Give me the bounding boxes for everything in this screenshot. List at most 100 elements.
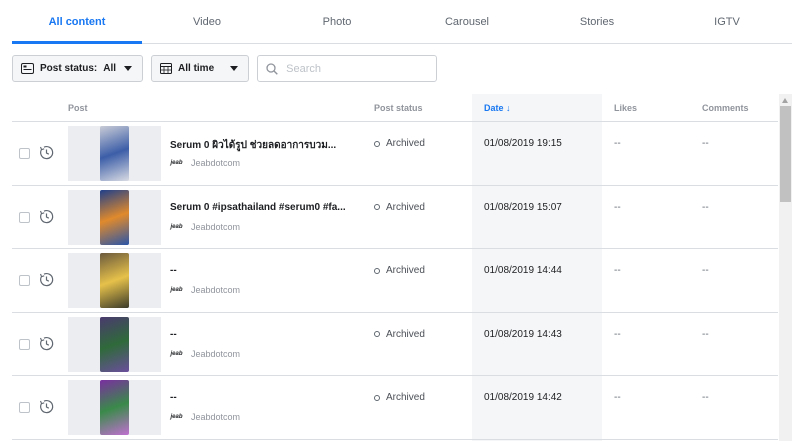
- archived-clock-icon: [39, 146, 54, 160]
- account-name: Jeabdotcom: [191, 348, 241, 359]
- search-input[interactable]: [286, 62, 427, 75]
- post-title[interactable]: --: [170, 329, 177, 340]
- column-header-date[interactable]: Date ↓: [484, 94, 511, 122]
- post-account: jeab Jeabdotcom: [170, 412, 240, 422]
- post-comments: --: [702, 265, 709, 276]
- post-status-label: Post status:: [40, 63, 98, 74]
- tab-video[interactable]: Video: [142, 0, 272, 43]
- table-body: Serum 0 ผิวได้รูป ช่วยลดอาการบวม... jeab…: [12, 122, 778, 440]
- account-logo: jeab: [170, 160, 183, 166]
- post-thumbnail-frame[interactable]: [68, 126, 161, 181]
- table-scrollbar[interactable]: [779, 94, 792, 441]
- chevron-down-icon: [230, 66, 239, 71]
- post-status: Archived: [374, 138, 425, 149]
- post-status-dropdown[interactable]: Post status: All: [12, 55, 144, 82]
- post-likes: --: [614, 201, 621, 213]
- status-dot-icon: [374, 331, 380, 337]
- post-account: jeab Jeabdotcom: [170, 285, 240, 295]
- post-likes: --: [614, 392, 621, 403]
- post-date: 01/08/2019 19:15: [484, 138, 562, 149]
- account-name: Jeabdotcom: [191, 412, 241, 422]
- scroll-thumb[interactable]: [780, 106, 791, 202]
- table-row[interactable]: -- jeab Jeabdotcom Archived 01/08/2019 1…: [12, 376, 778, 440]
- status-text: Archived: [386, 138, 425, 149]
- account-logo: jeab: [170, 350, 183, 357]
- post-comments: --: [702, 392, 709, 403]
- archived-clock-icon: [39, 273, 54, 287]
- status-text: Archived: [386, 392, 425, 403]
- table-row[interactable]: -- jeab Jeabdotcom Archived 01/08/2019 1…: [12, 249, 778, 313]
- post-account: jeab Jeabdotcom: [170, 349, 240, 359]
- status-text: Archived: [386, 328, 425, 340]
- post-status: Archived: [374, 265, 425, 276]
- post-title[interactable]: --: [170, 265, 177, 276]
- table-row[interactable]: Serum 0 ผิวได้รูป ช่วยลดอาการบวม... jeab…: [12, 122, 778, 186]
- post-account: jeab Jeabdotcom: [170, 222, 240, 232]
- post-thumbnail: [100, 126, 129, 181]
- row-checkbox[interactable]: [19, 148, 30, 159]
- account-logo: jeab: [170, 223, 183, 230]
- column-header-likes[interactable]: Likes: [614, 94, 637, 122]
- row-checkbox[interactable]: [19, 402, 30, 413]
- post-date: 01/08/2019 15:07: [484, 201, 562, 213]
- archived-clock-icon: [39, 400, 54, 414]
- status-dot-icon: [374, 394, 380, 401]
- row-checkbox[interactable]: [19, 275, 30, 286]
- status-dot-icon: [374, 140, 380, 147]
- post-thumbnail-frame[interactable]: [68, 189, 161, 245]
- status-text: Archived: [386, 265, 425, 276]
- post-title[interactable]: --: [170, 392, 177, 403]
- archived-clock-icon: [39, 209, 54, 223]
- post-date: 01/08/2019 14:42: [484, 392, 562, 403]
- table-row[interactable]: -- jeab Jeabdotcom Archived 01/08/2019 1…: [12, 313, 778, 376]
- status-dot-icon: [374, 267, 380, 274]
- post-thumbnail: [100, 316, 129, 372]
- time-filter-label: All time: [178, 63, 215, 74]
- account-name: Jeabdotcom: [191, 221, 241, 232]
- post-list-icon: [21, 63, 34, 74]
- account-name: Jeabdotcom: [191, 158, 241, 168]
- column-header-post: Post: [68, 103, 88, 113]
- time-filter-dropdown[interactable]: All time: [151, 55, 250, 82]
- post-comments: --: [702, 138, 709, 149]
- post-likes: --: [614, 328, 621, 340]
- post-status: Archived: [374, 202, 425, 213]
- tab-stories[interactable]: Stories: [532, 0, 662, 43]
- post-comments: --: [702, 328, 709, 340]
- account-logo: jeab: [170, 287, 183, 293]
- post-likes: --: [614, 265, 621, 276]
- tab-photo[interactable]: Photo: [272, 0, 402, 43]
- post-likes: --: [614, 138, 621, 149]
- calendar-icon: [160, 63, 173, 74]
- account-name: Jeabdotcom: [191, 285, 241, 295]
- tab-carousel[interactable]: Carousel: [402, 0, 532, 43]
- post-status: Archived: [374, 329, 425, 340]
- column-header-comments[interactable]: Comments: [702, 94, 749, 122]
- column-header-post-status[interactable]: Post status: [374, 94, 423, 122]
- status-text: Archived: [386, 201, 425, 213]
- search-box: [257, 55, 438, 82]
- content-type-tabs: All content Video Photo Carousel Stories…: [12, 0, 792, 44]
- post-date: 01/08/2019 14:43: [484, 328, 562, 340]
- archived-clock-icon: [39, 336, 54, 350]
- post-thumbnail: [100, 380, 129, 435]
- row-checkbox[interactable]: [19, 211, 30, 223]
- tab-igtv[interactable]: IGTV: [662, 0, 792, 43]
- content-table: Post Post status Date ↓ Likes Comments S…: [12, 94, 778, 441]
- tab-all-content[interactable]: All content: [12, 0, 142, 44]
- row-checkbox[interactable]: [19, 338, 30, 350]
- post-status: Archived: [374, 392, 425, 403]
- post-title[interactable]: Serum 0 #ipsathailand #serum0 #fa...: [170, 202, 346, 213]
- scroll-up-arrow-icon[interactable]: [782, 98, 788, 103]
- table-row[interactable]: Serum 0 #ipsathailand #serum0 #fa... jea…: [12, 186, 778, 249]
- table-header: Post Post status Date ↓ Likes Comments: [12, 94, 778, 122]
- chevron-down-icon: [124, 66, 133, 71]
- post-title[interactable]: Serum 0 ผิวได้รูป ช่วยลดอาการบวม...: [170, 138, 336, 153]
- post-thumbnail: [100, 189, 129, 245]
- post-thumbnail: [100, 253, 129, 308]
- post-thumbnail-frame[interactable]: [68, 380, 161, 435]
- account-logo: jeab: [170, 414, 183, 420]
- post-thumbnail-frame[interactable]: [68, 253, 161, 308]
- filter-toolbar: Post status: All All time: [12, 55, 438, 82]
- post-thumbnail-frame[interactable]: [68, 316, 161, 372]
